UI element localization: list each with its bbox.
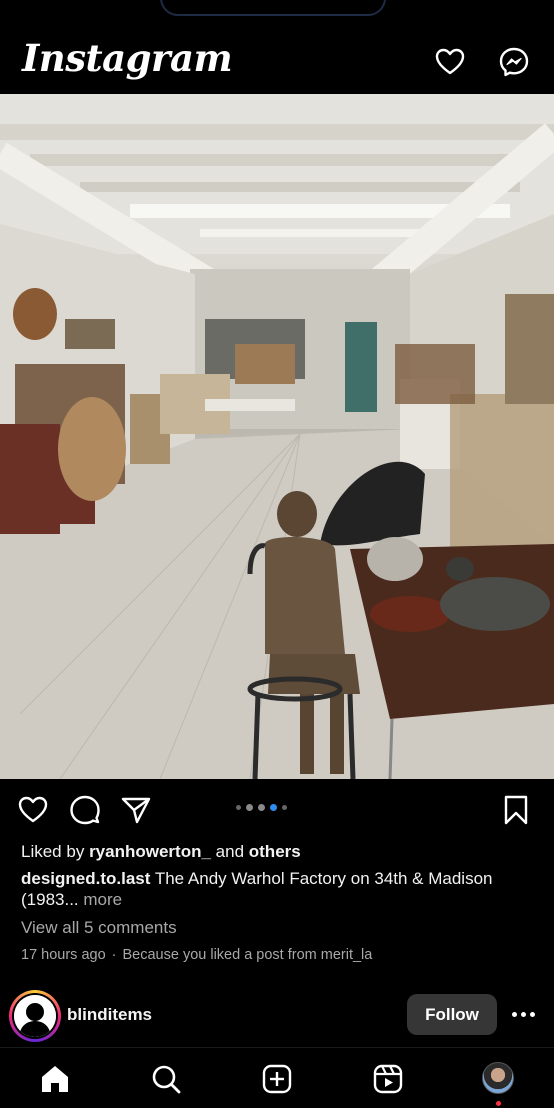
- liked-by-user[interactable]: ryanhowerton_: [89, 842, 211, 861]
- share-icon[interactable]: [120, 794, 152, 826]
- caption-more-link[interactable]: more: [83, 890, 122, 909]
- carousel-dot-active: [270, 803, 277, 811]
- next-post-header: blinditems Follow: [0, 988, 554, 1046]
- instagram-feed-screen: Instagram Liked by ryanhowerton_ and oth…: [0, 0, 554, 1108]
- follow-button[interactable]: Follow: [407, 994, 497, 1035]
- comment-icon[interactable]: [69, 794, 101, 826]
- avatar-frame: [12, 993, 58, 1039]
- create-icon[interactable]: [261, 1063, 293, 1095]
- liked-by-and: and: [215, 842, 245, 861]
- post-caption: designed.to.last The Andy Warhol Factory…: [21, 868, 536, 910]
- more-options-icon[interactable]: [512, 1012, 535, 1017]
- instagram-logo[interactable]: Instagram: [22, 36, 233, 80]
- carousel-indicator: [236, 803, 287, 811]
- kebab-dot: [521, 1012, 526, 1017]
- carousel-dot: [236, 804, 241, 810]
- photo-illustration: [0, 94, 554, 779]
- caption-username[interactable]: designed.to.last: [21, 869, 150, 888]
- post-meta: 17 hours ago · Because you liked a post fr…: [21, 947, 372, 963]
- heart-icon[interactable]: [434, 46, 466, 78]
- like-heart-icon[interactable]: [17, 794, 49, 826]
- home-icon[interactable]: [39, 1063, 71, 1095]
- bottom-navigation: [0, 1047, 554, 1108]
- post-photo[interactable]: [0, 94, 554, 779]
- story-ring[interactable]: [9, 990, 61, 1042]
- view-comments-link[interactable]: View all 5 comments: [21, 918, 177, 938]
- bookmark-icon[interactable]: [500, 794, 532, 826]
- avatar: [14, 995, 56, 1037]
- messenger-icon[interactable]: [498, 46, 530, 78]
- search-icon[interactable]: [150, 1063, 182, 1095]
- profile-avatar[interactable]: [482, 1062, 514, 1094]
- liked-by-prefix: Liked by: [21, 842, 85, 861]
- reels-icon[interactable]: [372, 1063, 404, 1095]
- liked-by-others[interactable]: others: [249, 842, 301, 861]
- carousel-dot: [246, 803, 253, 811]
- kebab-dot: [530, 1012, 535, 1017]
- kebab-dot: [512, 1012, 517, 1017]
- carousel-dot: [282, 804, 287, 810]
- top-bar: Instagram: [0, 0, 554, 94]
- suggestion-reason: Because you liked a post from merit_la: [122, 947, 373, 963]
- next-post-username[interactable]: blinditems: [67, 1005, 152, 1025]
- post-timestamp: 17 hours ago: [21, 947, 106, 963]
- meta-separator: ·: [111, 947, 117, 963]
- likes-summary[interactable]: Liked by ryanhowerton_ and others: [21, 842, 301, 862]
- notification-dot: [496, 1101, 501, 1106]
- carousel-dot: [258, 803, 265, 811]
